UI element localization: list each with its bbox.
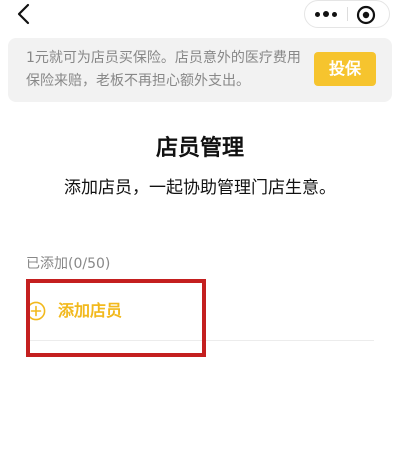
insurance-banner: 1元就可为店员买保险。店员意外的医疗费用保险来赔，老板不再担心额外支出。 投保 <box>8 38 392 102</box>
navbar <box>0 0 400 30</box>
chevron-left-icon <box>17 3 30 25</box>
plus-circle-icon <box>26 301 46 321</box>
target-circle-icon <box>356 5 376 25</box>
add-clerk-label: 添加店员 <box>58 301 123 320</box>
page-subtitle: 添加店员，一起协助管理门店生意。 <box>64 178 336 198</box>
back-button[interactable] <box>14 2 36 26</box>
capsule-divider <box>347 7 348 21</box>
add-clerk-button[interactable]: 添加店员 <box>26 280 374 341</box>
close-button[interactable] <box>355 4 377 26</box>
added-count-label: 已添加(0/50) <box>26 256 111 272</box>
insurance-banner-text: 1元就可为店员买保险。店员意外的医疗费用保险来赔，老板不再担心额外支出。 <box>26 50 301 89</box>
more-button[interactable] <box>305 1 347 27</box>
mini-program-capsule <box>304 0 390 28</box>
more-dots-icon <box>315 11 320 17</box>
insure-button[interactable]: 投保 <box>314 52 376 86</box>
page-title: 店员管理 <box>155 136 244 161</box>
